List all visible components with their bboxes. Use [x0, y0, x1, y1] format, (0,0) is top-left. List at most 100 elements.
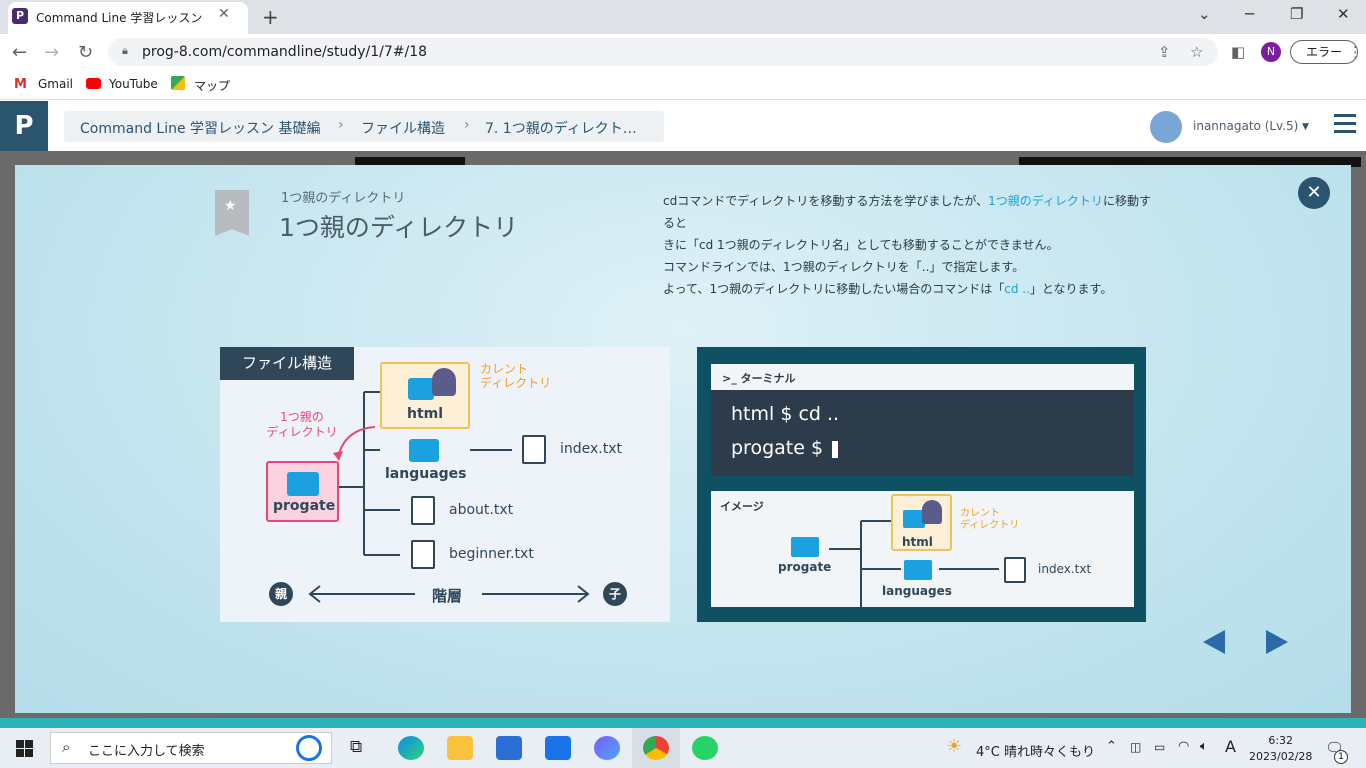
weather-text[interactable]: 4°C 晴れ時々くもり	[976, 741, 1095, 760]
clock-date: 2023/02/28	[1249, 750, 1313, 763]
next-slide-icon[interactable]	[1266, 630, 1288, 654]
task-view-icon[interactable]: ⧉	[350, 737, 362, 757]
progress-strip	[0, 718, 1366, 728]
ime-indicator[interactable]: A	[1225, 737, 1236, 756]
breadcrumb-lesson[interactable]: 7. 1つ親のディレクト…	[485, 118, 653, 138]
tab-search-chevron-icon[interactable]: ⌄	[1198, 5, 1211, 23]
current-label-line: ディレクトリ	[480, 376, 552, 390]
notification-count-badge: 1	[1334, 750, 1348, 764]
folder-icon	[287, 472, 319, 496]
reload-icon[interactable]: ↻	[78, 42, 93, 63]
clock[interactable]: 6:32 2023/02/28	[1249, 733, 1312, 765]
battery-icon[interactable]: ▭	[1154, 740, 1165, 754]
current-label-line: カレント	[960, 508, 1000, 519]
clock-time: 6:32	[1268, 734, 1294, 747]
languages-label: languages	[385, 466, 467, 482]
folder-icon	[791, 537, 819, 557]
minimize-icon[interactable]: ─	[1245, 5, 1254, 23]
mini-current-label: カレント ディレクトリ	[960, 508, 1019, 532]
close-modal-icon[interactable]: ✕	[1298, 177, 1330, 209]
desc-highlight: 1つ親のディレクトリ	[988, 194, 1103, 208]
whatsapp-icon[interactable]	[692, 736, 718, 760]
current-label-line: カレント	[480, 362, 529, 376]
username[interactable]: inannagato (Lv.5)	[1193, 119, 1298, 133]
file-explorer-icon[interactable]	[447, 736, 473, 760]
tab-close-icon[interactable]: ✕	[218, 6, 230, 22]
youtube-icon	[86, 78, 101, 89]
more-menu-icon[interactable]: ⋮	[1348, 43, 1363, 61]
html-label: html	[407, 406, 444, 422]
mini-progate-label: progate	[778, 560, 832, 574]
new-tab-icon[interactable]: +	[262, 5, 279, 29]
mini-languages-label: languages	[882, 584, 952, 598]
side-panel-icon[interactable]: ◧	[1231, 43, 1245, 61]
forward-icon[interactable]: →	[44, 42, 59, 63]
terminal-line: html $ cd ..	[731, 403, 840, 425]
bookmark-star-icon[interactable]: ☆	[1190, 43, 1203, 61]
breadcrumb-chapter[interactable]: ファイル構造	[361, 118, 445, 138]
lock-icon[interactable]: 🔒︎	[122, 44, 128, 58]
restore-icon[interactable]: ❐	[1290, 5, 1303, 23]
child-badge: 子	[603, 582, 627, 606]
maps-icon	[171, 76, 185, 90]
breadcrumb-course[interactable]: Command Line 学習レッスン 基礎編	[80, 118, 320, 138]
back-icon[interactable]: ←	[12, 42, 27, 63]
terminal-label-text: ターミナル	[740, 372, 796, 385]
mini-index-label: index.txt	[1038, 562, 1092, 576]
profile-avatar[interactable]: N	[1261, 42, 1281, 62]
bookmark-gmail[interactable]: Gmail	[38, 77, 73, 91]
search-icon: ⌕	[62, 738, 71, 756]
bookmark-maps[interactable]: マップ	[194, 77, 230, 94]
ninja-mascot-icon	[432, 368, 456, 396]
desc-text: コマンドラインでは、1つ親のディレクトリを「..」で指定します。	[663, 260, 1025, 274]
user-avatar[interactable]	[1150, 111, 1182, 143]
tray-device-icon[interactable]: ◫	[1130, 740, 1141, 754]
desc-text: cdコマンドでディレクトリを移動する方法を学びましたが、	[663, 194, 989, 208]
file-icon	[522, 435, 546, 464]
bing-icon[interactable]	[296, 735, 322, 761]
slide-title: 1つ親のディレクトリ	[279, 213, 519, 242]
progate-label: progate	[273, 498, 336, 514]
about-file-label: about.txt	[449, 502, 514, 518]
bookmark-youtube[interactable]: YouTube	[109, 77, 158, 91]
beginner-file-label: beginner.txt	[449, 546, 534, 562]
volume-icon[interactable]: 🔈︎	[1200, 739, 1208, 754]
tray-chevron-icon[interactable]: ⌃	[1106, 739, 1117, 754]
tab-title[interactable]: Command Line 学習レッスン 基礎編	[36, 9, 206, 26]
caret-down-icon[interactable]: ▼	[1302, 122, 1309, 132]
slide-description: cdコマンドでディレクトリを移動する方法を学びましたが、1つ親のディレクトリに移…	[663, 190, 1153, 300]
parent-label-line: ディレクトリ	[266, 425, 338, 439]
chevron-right-icon: ›	[464, 117, 470, 133]
folder-icon	[904, 560, 932, 580]
chrome-icon[interactable]	[643, 736, 669, 760]
progate-logo[interactable]: P	[0, 101, 48, 151]
share-icon[interactable]: ⇪	[1158, 43, 1171, 61]
desc-highlight: cd ..	[1004, 282, 1030, 296]
current-dir-label: カレント ディレクトリ	[480, 362, 551, 390]
prev-slide-icon[interactable]	[1203, 630, 1225, 654]
slide-subtitle: 1つ親のディレクトリ	[281, 191, 406, 206]
store-icon[interactable]	[496, 736, 522, 760]
file-icon	[411, 496, 435, 525]
hamburger-menu-icon[interactable]	[1334, 114, 1356, 134]
wifi-icon[interactable]: ◠	[1178, 739, 1189, 754]
edge-icon[interactable]	[398, 736, 424, 760]
folder-icon	[408, 378, 434, 400]
tab-favicon: P	[12, 8, 28, 24]
window-close-icon[interactable]: ✕	[1337, 5, 1350, 23]
ninja-mascot-icon	[922, 500, 942, 524]
taskbar-search-placeholder[interactable]: ここに入力して検索	[88, 740, 205, 759]
hierarchy-label: 階層	[432, 587, 463, 605]
desc-text: 」となります。	[1029, 282, 1113, 296]
file-icon	[411, 540, 435, 569]
folder-icon	[409, 439, 439, 462]
terminal-line: progate $	[731, 437, 824, 459]
terminal-label: >_ ターミナル	[722, 370, 796, 386]
star-icon: ★	[224, 198, 237, 214]
weather-icon[interactable]: ☀	[946, 736, 962, 757]
mail-icon[interactable]	[545, 736, 571, 760]
parent-badge: 親	[269, 582, 293, 606]
windows-start-icon[interactable]	[16, 740, 33, 757]
copilot-icon[interactable]	[594, 736, 620, 760]
url-text[interactable]: prog-8.com/commandline/study/1/7#/18	[142, 44, 427, 60]
